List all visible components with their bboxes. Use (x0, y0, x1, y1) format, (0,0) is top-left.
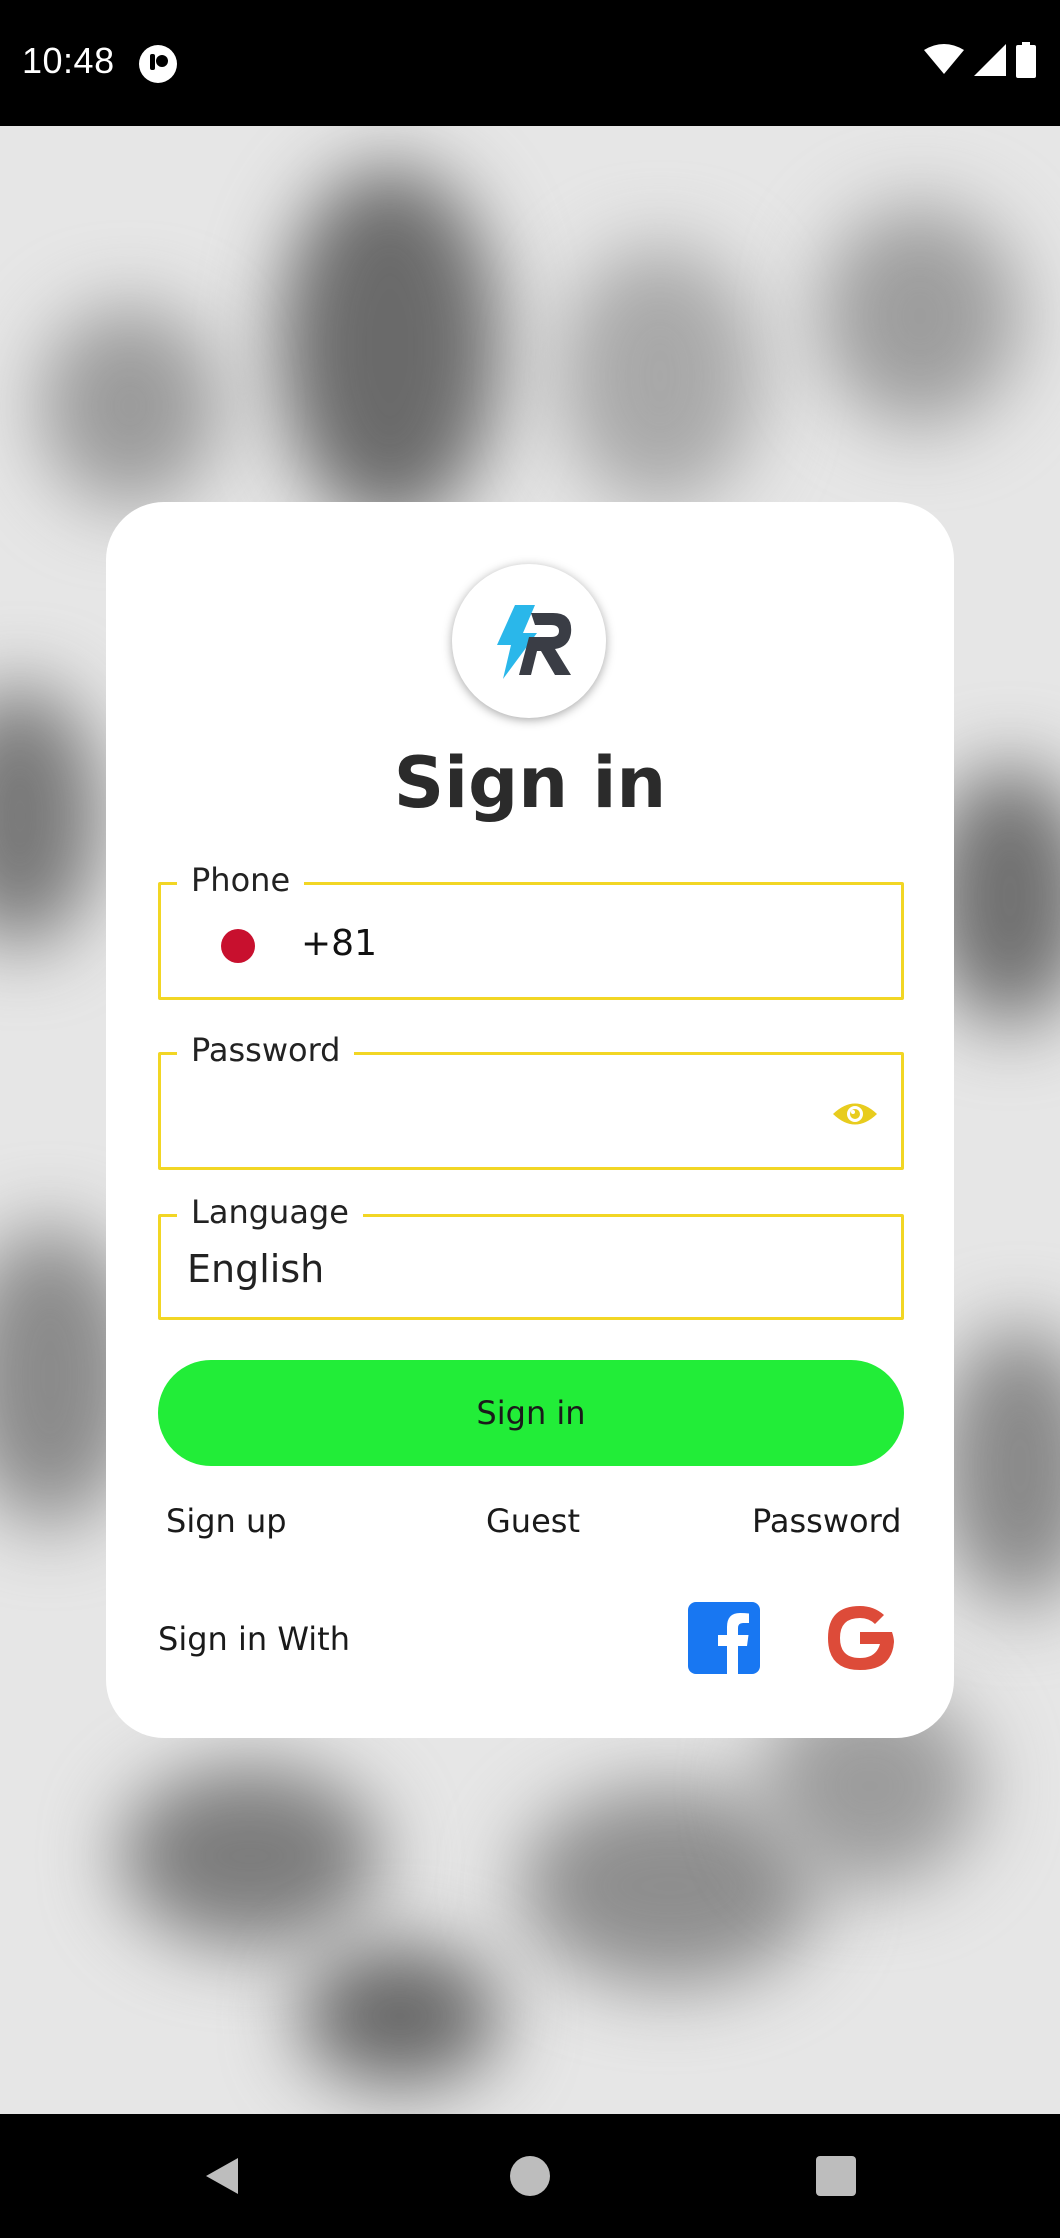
battery-icon (1016, 41, 1036, 83)
status-time: 10:48 (22, 40, 115, 81)
language-value[interactable]: English (187, 1247, 324, 1291)
signup-link[interactable]: Sign up (166, 1502, 287, 1540)
phone-input[interactable]: +81 (301, 923, 377, 964)
status-icons (924, 40, 1036, 84)
home-icon[interactable] (510, 2156, 550, 2196)
language-select[interactable]: Language English (158, 1193, 904, 1320)
eye-icon[interactable] (831, 1099, 879, 1129)
japan-flag-icon[interactable] (221, 929, 255, 963)
page-title: Sign in (393, 742, 667, 824)
language-label: Language (177, 1193, 363, 1231)
navigation-bar (0, 2114, 1060, 2238)
signin-card: Sign in Phone +81 Password Language Engl… (106, 502, 954, 1738)
guest-link[interactable]: Guest (486, 1502, 580, 1540)
facebook-icon[interactable] (688, 1602, 760, 1674)
google-icon[interactable] (824, 1602, 896, 1674)
password-label: Password (177, 1031, 355, 1069)
app-notification-icon (138, 44, 178, 84)
status-bar: 10:48 (0, 0, 1060, 126)
app-logo-icon (452, 564, 606, 718)
forgot-password-link[interactable]: Password (752, 1502, 901, 1540)
password-field[interactable]: Password (158, 1031, 904, 1170)
wifi-icon (924, 43, 964, 81)
recents-icon[interactable] (816, 2156, 856, 2196)
signal-icon (974, 43, 1006, 81)
back-icon[interactable] (200, 2154, 244, 2198)
signin-button[interactable]: Sign in (158, 1360, 904, 1466)
signin-with-label: Sign in With (158, 1620, 350, 1658)
phone-field[interactable]: Phone +81 (158, 861, 904, 1000)
phone-label: Phone (177, 861, 305, 899)
